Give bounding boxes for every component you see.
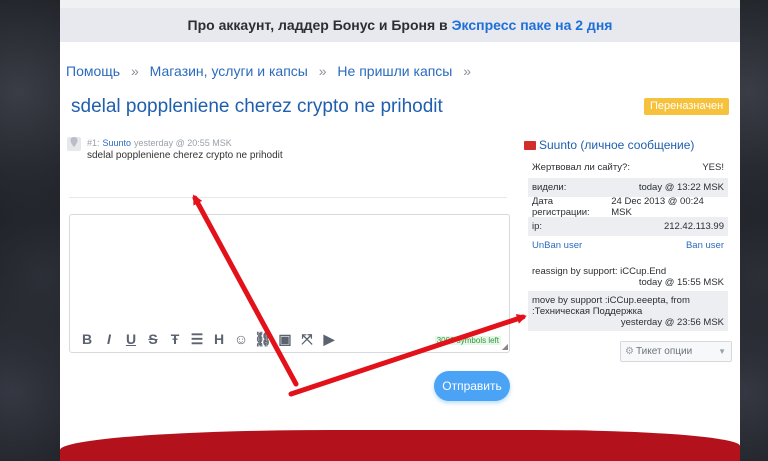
promo-text: Про аккаунт, ладдер Бонус и Броня в bbox=[187, 17, 452, 33]
info-value: YES! bbox=[702, 162, 724, 174]
info-label: видели: bbox=[532, 181, 567, 193]
post-body: sdelal poppleniene cherez crypto ne prih… bbox=[87, 150, 283, 161]
post-meta: #1: Suunto yesterday @ 20:55 MSK bbox=[87, 138, 232, 148]
info-label: Жертвовал ли сайту?: bbox=[532, 162, 630, 174]
unban-user-link[interactable]: UnBan user bbox=[532, 240, 582, 251]
char-counter: 3000 symbols left bbox=[434, 336, 501, 345]
status-badge: Переназначен bbox=[644, 98, 730, 115]
ban-user-link[interactable]: Ban user bbox=[686, 240, 724, 251]
send-button[interactable]: Отправить bbox=[434, 371, 510, 401]
promo-banner[interactable]: Про аккаунт, ладдер Бонус и Броня в Эксп… bbox=[60, 8, 740, 42]
log-entry: move by support :iCCup.eeepta, from :Тех… bbox=[528, 290, 728, 331]
pin-icon bbox=[70, 137, 78, 147]
breadcrumb: Помощь » Магазин, услуги и капсы » Не пр… bbox=[66, 63, 478, 79]
user-info-table: Жертвовал ли сайту?: YES! видели: today … bbox=[528, 158, 728, 331]
breadcrumb-item-shop[interactable]: Магазин, услуги и капсы bbox=[150, 63, 308, 79]
gear-icon: ⚙ bbox=[625, 346, 634, 357]
heading-icon[interactable]: H bbox=[208, 329, 230, 349]
ticket-options-label: Тикет опции bbox=[635, 346, 693, 357]
italic-icon[interactable]: I bbox=[98, 329, 120, 349]
info-row-seen: видели: today @ 13:22 MSK bbox=[528, 177, 728, 197]
info-row-registered: Дата регистрации: 24 Dec 2013 @ 00:24 MS… bbox=[528, 195, 728, 218]
ticket-title: sdelal poppleniene cherez crypto ne prih… bbox=[71, 96, 443, 117]
strikethrough-icon[interactable]: S bbox=[142, 329, 164, 349]
bold-icon[interactable]: B bbox=[76, 329, 98, 349]
chevron-down-icon: ▼ bbox=[718, 347, 726, 356]
strike-alt-icon[interactable]: Ŧ bbox=[164, 329, 186, 349]
promo-link[interactable]: Экспресс паке на 2 дня bbox=[452, 17, 613, 33]
user-header-label[interactable]: Suunto (личное сообщение) bbox=[539, 138, 694, 152]
post-author[interactable]: Suunto bbox=[103, 138, 132, 148]
breadcrumb-item-help[interactable]: Помощь bbox=[66, 63, 120, 79]
main-panel: Про аккаунт, ладдер Бонус и Броня в Эксп… bbox=[60, 0, 740, 461]
resize-handle-icon[interactable]: ◢ bbox=[502, 342, 508, 351]
list-icon[interactable]: ☰ bbox=[186, 329, 208, 349]
post-time: yesterday @ 20:55 MSK bbox=[134, 138, 232, 148]
collapse-icon[interactable]: ⤧ bbox=[296, 329, 318, 349]
footer-decoration bbox=[60, 430, 740, 461]
info-row-ip: ip: 212.42.113.99 bbox=[528, 216, 728, 236]
underline-icon[interactable]: U bbox=[120, 329, 142, 349]
info-label: ip: bbox=[532, 220, 543, 232]
log-time: yesterday @ 23:56 MSK bbox=[620, 316, 724, 328]
background-left bbox=[0, 0, 60, 461]
log-entry: reassign by support: iCCup.End today @ 1… bbox=[528, 262, 728, 291]
reply-editor[interactable]: B I U S Ŧ ☰ H ☺ ⛓ ▣ ⤧ ▶ 3000 symbols lef… bbox=[69, 214, 510, 353]
log-text: reassign by support: iCCup.End bbox=[532, 265, 667, 277]
avatar bbox=[67, 137, 81, 151]
post-number: #1: bbox=[87, 138, 100, 148]
link-icon[interactable]: ⛓ bbox=[252, 329, 274, 349]
log-time: today @ 15:55 MSK bbox=[638, 276, 724, 288]
header-strip bbox=[60, 0, 740, 8]
emoji-icon[interactable]: ☺ bbox=[230, 329, 252, 349]
breadcrumb-separator: » bbox=[463, 63, 472, 79]
flag-icon bbox=[524, 141, 536, 150]
info-value: 212.42.113.99 bbox=[663, 220, 724, 232]
breadcrumb-separator: » bbox=[318, 63, 327, 79]
log-text: move by support :iCCup.eeepta, from :Тех… bbox=[532, 294, 690, 317]
breadcrumb-separator: » bbox=[130, 63, 139, 79]
user-header[interactable]: Suunto (личное сообщение) bbox=[524, 138, 694, 152]
info-label: Дата регистрации: bbox=[532, 195, 590, 218]
info-value: 24 Dec 2013 @ 00:24 MSK bbox=[611, 195, 704, 218]
info-row-donated: Жертвовал ли сайту?: YES! bbox=[528, 158, 728, 178]
breadcrumb-item-caps[interactable]: Не пришли капсы bbox=[337, 63, 452, 79]
info-value: today @ 13:22 MSK bbox=[638, 181, 724, 193]
youtube-icon[interactable]: ▶ bbox=[318, 329, 340, 349]
ticket-options-select[interactable]: ⚙ Тикет опции ▼ bbox=[620, 341, 732, 362]
background-right bbox=[740, 0, 768, 461]
divider bbox=[69, 197, 507, 198]
image-icon[interactable]: ▣ bbox=[274, 329, 296, 349]
ban-actions-row: UnBan user Ban user bbox=[528, 236, 728, 256]
